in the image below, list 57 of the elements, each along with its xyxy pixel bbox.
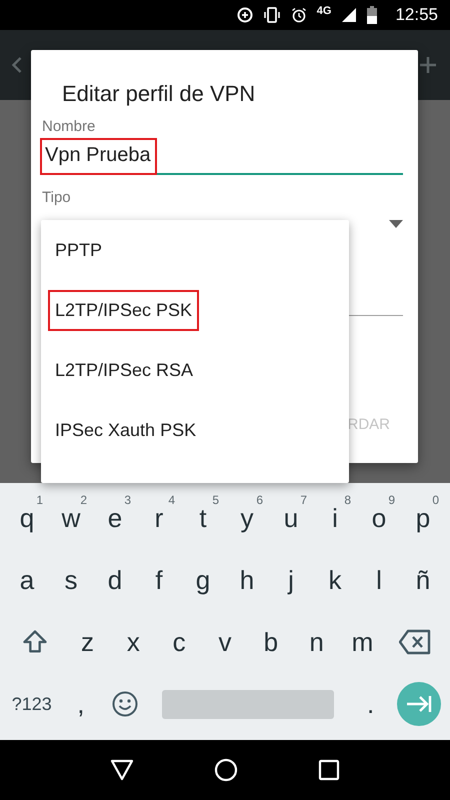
battery-icon (367, 6, 378, 24)
key-hint: 7 (300, 493, 307, 507)
menu-option[interactable]: L2TP/IPSec PSK (48, 290, 200, 330)
emoji-icon[interactable] (112, 691, 138, 717)
key-hint: 1 (36, 493, 43, 507)
keyboard-key[interactable]: . (348, 675, 393, 733)
key-hint: 2 (80, 493, 87, 507)
field-label: Tipo (42, 189, 72, 206)
network-type: 4G (316, 5, 332, 17)
key-hint: 6 (256, 493, 263, 507)
keyboard-key[interactable]: k (313, 551, 357, 609)
field-value: Vpn Prueba (40, 138, 157, 175)
keyboard-key[interactable]: b (248, 613, 294, 671)
home-icon[interactable] (214, 758, 238, 782)
backspace-icon[interactable] (399, 629, 432, 655)
keyboard-key[interactable]: i 8 (313, 489, 357, 547)
key-hint: 9 (388, 493, 395, 507)
vibrate-icon (262, 7, 281, 23)
key-hint: 0 (432, 493, 439, 507)
keyboard-key[interactable]: c (156, 613, 202, 671)
back-icon (12, 56, 22, 74)
keyboard-key[interactable]: f (137, 551, 181, 609)
menu-option[interactable]: IPSec Xauth PSK (48, 410, 204, 450)
alarm-icon (290, 7, 307, 23)
keyboard-key[interactable]: l (357, 551, 401, 609)
data-saver-icon (236, 7, 253, 23)
arrow-to-line-icon (406, 695, 432, 713)
keyboard-key[interactable]: m (340, 613, 386, 671)
keyboard-key[interactable]: s (49, 551, 93, 609)
clock: 12:55 (395, 5, 438, 25)
recents-icon[interactable] (318, 759, 340, 781)
dropdown-arrow-icon (389, 220, 403, 228)
keyboard-key[interactable]: v (202, 613, 248, 671)
menu-option[interactable]: PPTP (48, 230, 110, 270)
symbols-key[interactable]: ?123 (5, 675, 59, 733)
key-hint: 5 (212, 493, 219, 507)
keyboard-key[interactable]: a (5, 551, 49, 609)
dialog-title: Editar perfil de VPN (61, 80, 256, 104)
keyboard-key[interactable]: n (294, 613, 340, 671)
keyboard-key[interactable]: ñ (401, 551, 445, 609)
keyboard-key[interactable]: h (225, 551, 269, 609)
add-icon (418, 55, 438, 75)
keyboard-key[interactable]: t 5 (181, 489, 225, 547)
keyboard-key[interactable]: d (93, 551, 137, 609)
key-hint: 4 (168, 493, 175, 507)
keyboard-key[interactable]: g (181, 551, 225, 609)
key-hint: 3 (124, 493, 131, 507)
keyboard-key[interactable]: x (110, 613, 156, 671)
menu-option[interactable]: L2TP/IPSec RSA (48, 350, 200, 390)
back-icon[interactable] (110, 759, 134, 781)
name-field[interactable]: Vpn Prueba (42, 139, 403, 175)
keyboard-key[interactable]: , (58, 675, 104, 733)
keyboard-key[interactable]: z (64, 613, 110, 671)
field-label: Nombre (42, 118, 96, 135)
key-hint: 8 (344, 493, 351, 507)
signal-icon (341, 7, 358, 23)
keyboard-key[interactable]: j (269, 551, 313, 609)
